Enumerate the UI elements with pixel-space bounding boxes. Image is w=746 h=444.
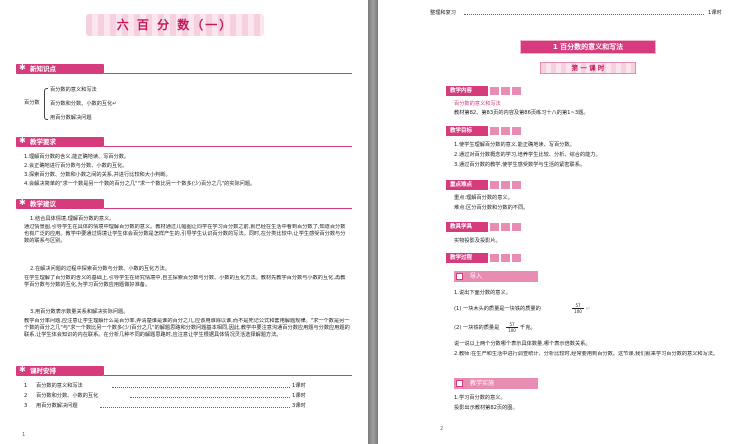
question-1: 1.说出下面分数的意义。 — [454, 290, 511, 296]
header-rule — [104, 73, 352, 74]
key-point: 重点:理解百分数的意义。 — [454, 195, 513, 201]
tree-item-1: 百分数的意义和写法 — [50, 87, 97, 93]
box-decoration — [490, 181, 499, 189]
intro-square — [456, 273, 463, 280]
question-1b: (2) 一块铁的质量是 57 100 千克。 — [454, 322, 536, 333]
requirement-2: 2.会正确地进行百分数与分数、小数的互化。 — [24, 163, 128, 169]
box-decoration — [490, 127, 499, 135]
lesson-title: 第 一 课 时 — [571, 64, 605, 72]
section-header-knowledge: ✱ 新知识点 — [16, 64, 104, 74]
fraction: 57 100 — [506, 322, 518, 333]
explore-label: 教学实施 — [470, 380, 495, 387]
goal-2: 2.通过对百分数概念的学习,培养学生比较、分析、综合的能力。 — [454, 152, 601, 158]
question-2: 2.教师:在生产和生活中进行调查统计、分析比较时,经常要用到百分数。这节课,我们… — [454, 351, 719, 357]
content-text: 教材第82、第83页的内容及第86页练习十八的第1~3题。 — [454, 110, 589, 116]
question-1-note: 说一说以上两个分数哪个表示具体数量,哪个表示倍数关系。 — [454, 341, 591, 347]
suggestion-2-text: 在学生理解了百分数的含义的基础上,引导学生在研究情境中,自主探索百分数与分数、小… — [24, 275, 346, 288]
leader-dots — [130, 394, 290, 398]
unit-title-banner: 1 百分数的意义和写法 — [520, 40, 656, 54]
box-decoration — [512, 181, 521, 189]
explore-text: 1.学习百分数的意义。 — [454, 395, 506, 401]
leader-dots — [112, 384, 290, 388]
schedule-row: 2 百分数和分数、小数的互化 1课时 — [24, 393, 306, 399]
box-decoration — [512, 127, 521, 135]
tools-text: 实物投影及投影片。 — [454, 238, 501, 244]
requirement-3: 3.探索百分数、分数和小数之间的关系,并进行比较和大小判断。 — [24, 172, 171, 178]
intro-tag: 导入 — [454, 271, 538, 282]
suggestion-3-text: 教学百分率问题,应注意让学生理解什么是百分率,弄清楚谁是谁的百分之几,应该用谁除… — [24, 318, 350, 338]
star-icon: ✱ — [19, 136, 26, 145]
box-decoration — [490, 87, 499, 95]
suggestion-1-text: 通过情景图,引导学生在具体的情境中理解百分数的意义。教材通过几幅图让同学在学习百… — [24, 224, 346, 244]
box-decoration — [501, 87, 510, 95]
box-decoration — [501, 181, 510, 189]
requirement-4: 4.会解决简单的"求一个数是另一个数的百分之几""求一个数比另一个数多(少)百分… — [24, 181, 256, 187]
box-decoration — [501, 254, 510, 262]
explore-square — [456, 380, 463, 387]
box-decoration — [501, 223, 510, 231]
page-number: 2 — [440, 426, 444, 432]
section-header-suggestions: ✱ 教学建议 — [16, 199, 104, 209]
box-decoration — [512, 223, 521, 231]
unit-title: 1 百分数的意义和写法 — [552, 43, 624, 51]
goal-3: 3.通过百分数的教学,使学生感受数学与生活的紧密联系。 — [454, 162, 586, 168]
star-icon: ✱ — [19, 63, 26, 72]
question-1a: (1) 一块木头的质量是一块铁的质量的 57 100 ↵ — [454, 303, 591, 314]
page-gutter — [368, 0, 378, 444]
explore-text-2: 投影出示教材第82页的图。 — [454, 405, 518, 411]
explore-tag: 教学实施 — [454, 378, 538, 389]
box-header-keypoints: 重点难点 — [446, 180, 488, 190]
box-header-process: 教学过程 — [446, 253, 488, 263]
left-page: 六 百 分 数（一） ✱ 新知识点 百分数 百分数的意义和写法 百分数和分数、小… — [0, 0, 368, 444]
suggestion-1-heading: 1.结合具体情境,理解百分数的意义。 — [30, 216, 115, 222]
header-rule — [104, 375, 352, 376]
box-header-content: 教学内容 — [446, 86, 488, 96]
suggestion-3-heading: 3.用百分数表示数量关系和解决实际问题。 — [30, 309, 129, 315]
leader-dots — [100, 404, 290, 408]
return-mark: ↵ — [586, 306, 591, 312]
lesson-banner: 第 一 课 时 — [540, 62, 636, 74]
star-icon: ✱ — [19, 198, 26, 207]
box-decoration — [512, 87, 521, 95]
fraction: 57 100 — [572, 303, 584, 314]
chapter-title-banner: 六 百 分 数（一） — [86, 14, 264, 36]
page-number: 1 — [22, 432, 26, 438]
tree-item-3: 用百分数解决问题 — [50, 115, 92, 121]
box-header-tools: 教具学具 — [446, 222, 488, 232]
section-header-schedule: ✱ 课时安排 — [16, 366, 104, 376]
header-rule — [104, 146, 352, 147]
requirement-1: 1.理解百分数的含义,能正确地读、写百分数。 — [24, 154, 130, 160]
box-decoration — [490, 223, 499, 231]
tree-root: 百分数 — [24, 100, 40, 106]
tree-brace — [44, 88, 48, 120]
right-page: 整理和复习 1课时 1 百分数的意义和写法 第 一 课 时 教学内容 百分数的意… — [378, 0, 746, 444]
tree-item-2: 百分数和分数、小数的互化↵ — [50, 101, 117, 107]
difficult-point: 难点:区分百分数和分数的不同。 — [454, 205, 529, 211]
goal-1: 1.使学生理解百分数的意义,能正确地读、写百分数。 — [454, 142, 575, 148]
schedule-row: 3 用百分数解决问题 3课时 — [24, 403, 306, 409]
content-title: 百分数的意义和写法 — [454, 101, 501, 107]
intro-label: 导入 — [470, 273, 483, 280]
schedule-row: 1 百分数的意义和写法 1课时 — [24, 383, 306, 389]
section-header-requirements: ✱ 教学要求 — [16, 137, 104, 147]
leader-dots — [464, 11, 704, 15]
box-decoration — [512, 254, 521, 262]
chapter-title: 六 百 分 数（一） — [116, 18, 234, 32]
box-decoration — [501, 127, 510, 135]
header-rule — [104, 208, 352, 209]
star-icon: ✱ — [19, 365, 26, 374]
suggestion-2-heading: 2.在解决问题的过程中探索百分数与分数、小数的互化方法。 — [30, 266, 170, 272]
box-header-goals: 教学目标 — [446, 126, 488, 136]
box-decoration — [490, 254, 499, 262]
top-line: 整理和复习 1课时 — [430, 10, 722, 16]
